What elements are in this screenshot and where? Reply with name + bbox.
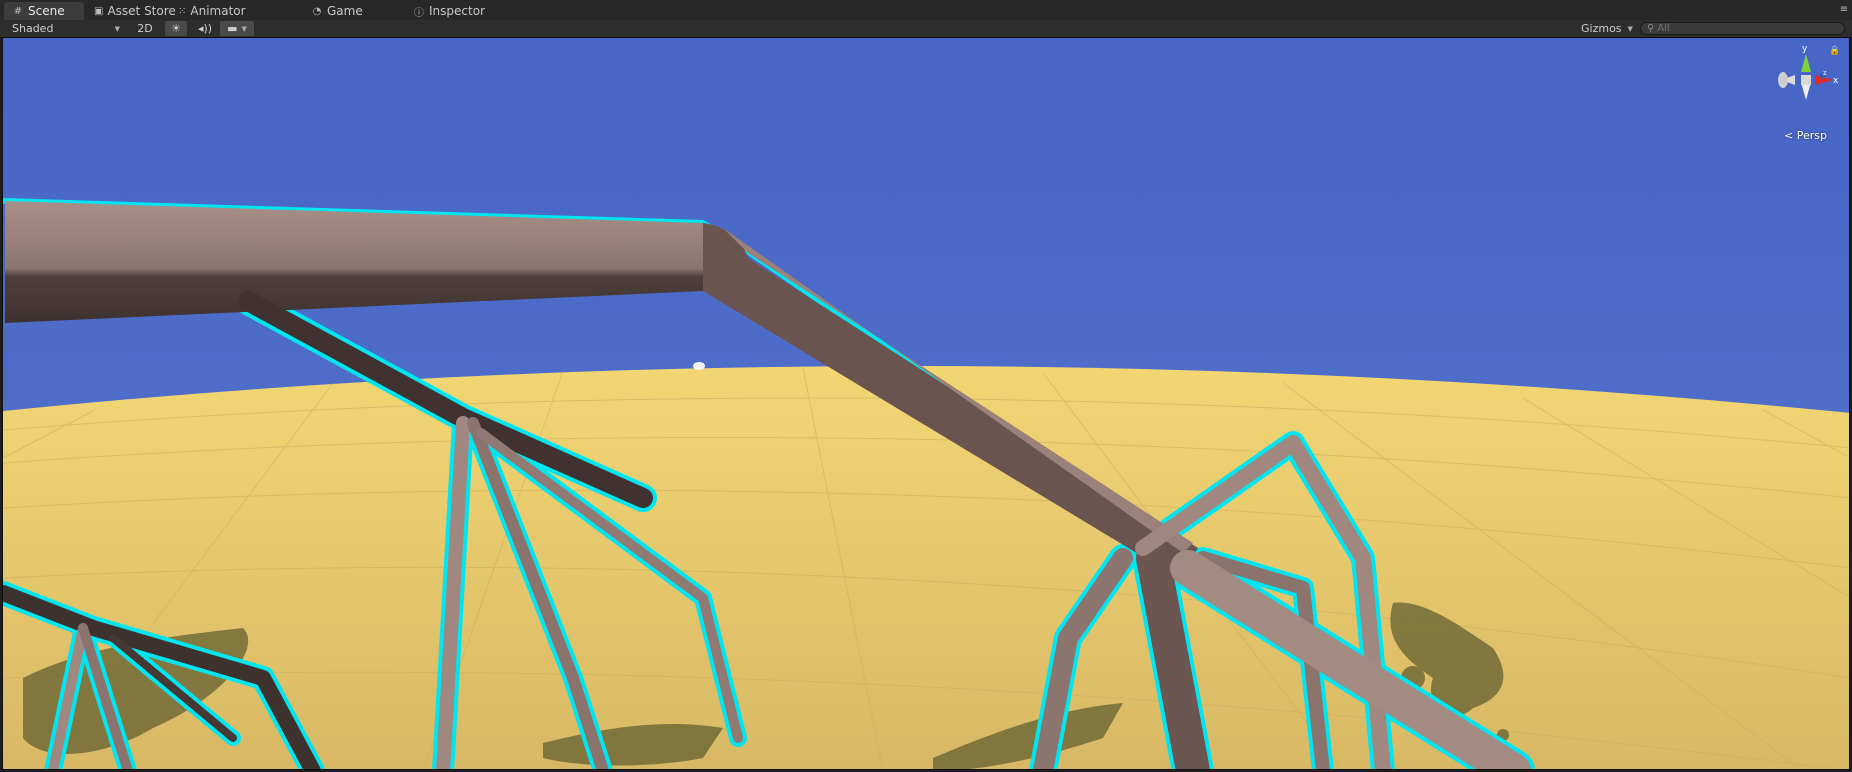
projection-label: Persp bbox=[1796, 129, 1827, 142]
info-icon: ⓘ bbox=[414, 7, 424, 19]
small-object bbox=[693, 362, 705, 370]
tab-inspector-label: Inspector bbox=[429, 4, 485, 18]
gizmos-dropdown[interactable]: Gizmos ▼ bbox=[1575, 21, 1635, 36]
2d-toggle-button[interactable]: 2D bbox=[132, 21, 158, 36]
axis-neg-x-base bbox=[1778, 72, 1788, 88]
tab-asset-store[interactable]: ▣ Asset Store bbox=[86, 2, 176, 20]
speaker-icon: ◂)) bbox=[197, 22, 213, 35]
gizmo-center-cube[interactable] bbox=[1801, 75, 1811, 85]
shading-mode-label: Shaded bbox=[12, 22, 54, 35]
2d-toggle-label: 2D bbox=[137, 22, 153, 35]
chevron-down-icon: ▼ bbox=[241, 24, 247, 33]
chevron-down-icon: ▼ bbox=[114, 24, 120, 33]
tab-animator-label: Animator bbox=[190, 4, 246, 18]
editor-tab-bar: # Scene ▣ Asset Store ⁙ Animator ◔ Game … bbox=[0, 0, 1852, 21]
lighting-toggle-button[interactable]: ☀ bbox=[165, 21, 187, 36]
search-icon: ⚲ bbox=[1647, 23, 1655, 34]
animator-icon: ⁙ bbox=[178, 5, 187, 17]
scene-render bbox=[3, 38, 1849, 769]
tab-scene[interactable]: # Scene bbox=[4, 2, 84, 20]
perspective-icon: < bbox=[1784, 129, 1794, 142]
sun-icon: ☀ bbox=[171, 22, 181, 35]
scene-toolbar: Shaded ▼ 2D ☀ ◂)) ▬ ▼ Gizmos ▼ ⚲ bbox=[0, 20, 1852, 38]
grid-icon: # bbox=[13, 5, 23, 17]
projection-toggle[interactable]: < Persp bbox=[1784, 129, 1827, 142]
tab-animator[interactable]: ⁙ Animator bbox=[170, 2, 250, 20]
axis-x-label: x bbox=[1833, 76, 1839, 86]
orientation-gizmo[interactable]: y x z bbox=[1771, 42, 1841, 142]
scene-viewport[interactable]: y x z 🔒 < Persp bbox=[2, 37, 1850, 770]
search-input[interactable] bbox=[1654, 23, 1838, 34]
axis-z-label: z bbox=[1823, 69, 1827, 77]
image-icon: ▬ bbox=[227, 22, 238, 35]
lock-icon[interactable]: 🔒 bbox=[1829, 46, 1840, 56]
pacman-icon: ◔ bbox=[312, 5, 322, 17]
effects-dropdown-button[interactable]: ▬ ▼ bbox=[220, 21, 254, 36]
tab-menu-icon[interactable]: ≡ bbox=[1838, 4, 1850, 16]
axis-y-cone[interactable] bbox=[1801, 54, 1811, 72]
bag-icon: ▣ bbox=[94, 5, 104, 17]
tab-asset-store-label: Asset Store bbox=[107, 4, 176, 18]
audio-toggle-button[interactable]: ◂)) bbox=[194, 21, 216, 36]
hierarchy-search: ⚲ bbox=[1640, 22, 1845, 35]
tab-game-label: Game bbox=[327, 4, 363, 18]
tab-inspector[interactable]: ⓘ Inspector bbox=[405, 2, 495, 20]
chevron-down-icon: ▼ bbox=[1627, 24, 1633, 33]
gizmos-label: Gizmos bbox=[1581, 22, 1622, 35]
tab-scene-label: Scene bbox=[28, 4, 65, 18]
axis-y-label: y bbox=[1802, 44, 1808, 54]
tab-game[interactable]: ◔ Game bbox=[303, 2, 373, 20]
shading-mode-dropdown[interactable]: Shaded ▼ bbox=[6, 21, 126, 36]
